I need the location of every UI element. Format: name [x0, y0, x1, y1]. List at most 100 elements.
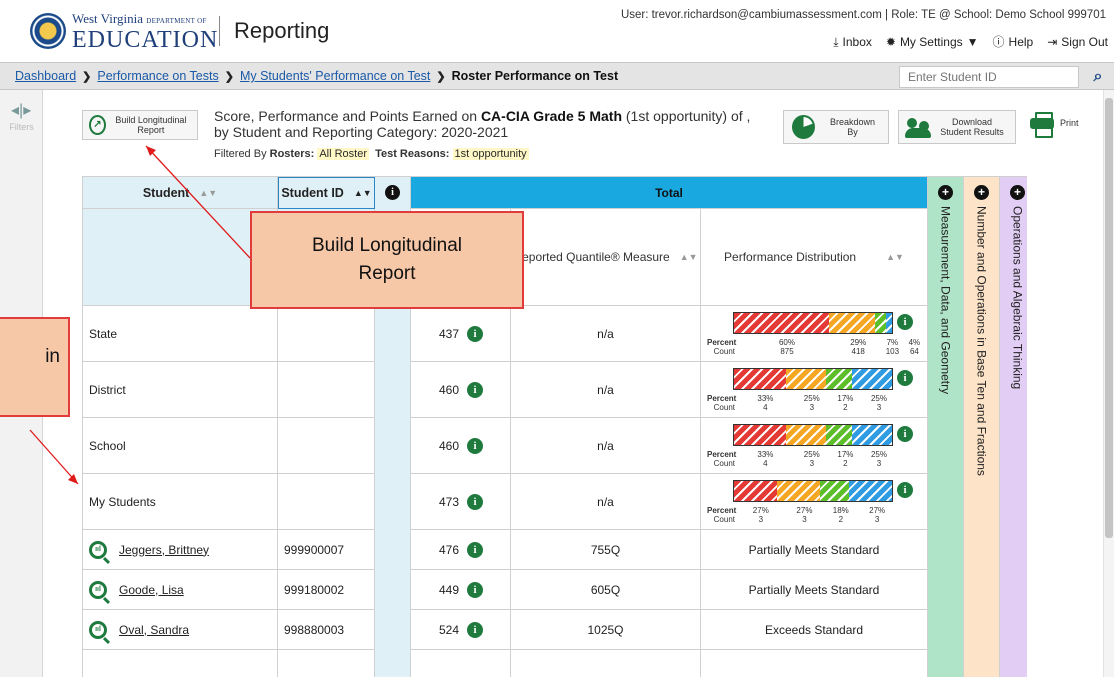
percent-label: Percent: [707, 506, 737, 515]
info-icon[interactable]: i: [897, 314, 913, 330]
vertical-scrollbar[interactable]: [1103, 90, 1114, 677]
info-icon[interactable]: i: [467, 437, 484, 454]
count-values: 3 3 2 3: [739, 515, 899, 524]
student-subheader: [83, 209, 278, 306]
percent-value: 33%: [757, 394, 774, 403]
percent-value: 27%: [752, 506, 769, 515]
info-icon[interactable]: i: [467, 621, 484, 638]
student-row-id: 999180002: [278, 570, 375, 610]
info-icon[interactable]: i: [897, 482, 913, 498]
count-value: 2: [843, 459, 848, 468]
report-title-line2: by Student and Reporting Category: 2020-…: [214, 124, 509, 140]
category-measurement-column[interactable]: + Measurement, Data, and Geometry: [928, 177, 964, 677]
total-header-label: Total: [655, 185, 683, 200]
category-number-ops-column[interactable]: + Number and Operations in Base Ten and …: [964, 177, 1000, 677]
student-id: 999900007: [284, 542, 345, 557]
performance-distribution-bar[interactable]: [733, 312, 893, 334]
print-button[interactable]: Print: [1030, 112, 1079, 138]
brand-logo[interactable]: West Virginia DEPARTMENT OF EDUCATION: [72, 12, 218, 53]
percent-value: 29%: [850, 338, 867, 347]
roster-table: Student ▲▼ Student ID ▲▼ i Total + Measure…: [82, 176, 1027, 677]
top-links: ⤓ Inbox ✹ My Settings ▼ ⓘ Help ⇥ Sign Out: [833, 35, 1108, 49]
rosters-value: All Roster: [317, 148, 370, 160]
student-detail-icon[interactable]: ııl: [89, 580, 107, 599]
inbox-link[interactable]: ⤓ Inbox: [833, 35, 872, 49]
help-label: Help: [1008, 35, 1034, 49]
student-id-search-input[interactable]: [899, 66, 1079, 88]
signout-link[interactable]: ⇥ Sign Out: [1047, 35, 1108, 49]
students-download-icon: [905, 116, 933, 138]
filtered-by-label: Filtered By: [214, 148, 267, 160]
breadcrumb-performance[interactable]: Performance on Tests: [97, 69, 218, 83]
student-row-name: ııl Goode, Lisa: [83, 570, 278, 610]
aggregate-quantile: n/a: [597, 494, 614, 509]
info-icon[interactable]: i: [897, 426, 913, 442]
table-row-partial: [511, 650, 701, 677]
app-title: Reporting: [234, 18, 330, 43]
aggregate-name: My Students: [89, 494, 156, 509]
settings-menu[interactable]: ✹ My Settings ▼: [886, 35, 979, 49]
percent-value: 25%: [870, 450, 887, 459]
expand-category-icon[interactable]: +: [1010, 185, 1025, 200]
report-test-name: CA-CIA Grade 5 Math: [480, 108, 622, 124]
info-icon[interactable]: i: [467, 541, 484, 558]
student-quantile: 1025Q: [587, 622, 624, 637]
performance-distribution-subheader[interactable]: Performance Distribution ▲▼: [701, 209, 928, 306]
help-link[interactable]: ⓘ Help: [993, 35, 1034, 49]
trend-chart-icon: ↗: [89, 115, 106, 135]
expand-category-icon[interactable]: +: [938, 185, 953, 200]
sort-icon: ▲▼: [353, 188, 372, 198]
filter-summary: Filtered By Rosters: All Roster Test Rea…: [214, 148, 529, 160]
student-row-quantile: 755Q: [511, 530, 701, 570]
student-name-link[interactable]: Goode, Lisa: [119, 583, 184, 597]
quantile-subheader[interactable]: Reported Quantile® Measure ▲▼: [511, 209, 701, 306]
info-icon[interactable]: i: [467, 493, 484, 510]
distribution-labels: Percent 27% 27% 18% 27% Count 3 3 2 3: [707, 506, 899, 524]
breadcrumb-dashboard[interactable]: Dashboard: [15, 69, 76, 83]
performance-distribution-bar[interactable]: [733, 368, 893, 390]
download-results-button[interactable]: Download Student Results: [898, 110, 1016, 144]
percent-value: 27%: [796, 506, 813, 515]
info-icon[interactable]: i: [467, 581, 484, 598]
category-algebraic-column[interactable]: + Operations and Algebraic Thinking: [1000, 177, 1027, 677]
student-name-link[interactable]: Jeggers, Brittney: [119, 543, 209, 557]
student-id: 999180002: [284, 582, 345, 597]
performance-distribution-bar[interactable]: [733, 480, 893, 502]
performance-distribution-bar[interactable]: [733, 424, 893, 446]
student-id-column-header[interactable]: Student ID ▲▼: [278, 177, 375, 209]
student-column-header[interactable]: Student ▲▼: [83, 177, 278, 209]
scrollbar-thumb[interactable]: [1105, 98, 1113, 538]
inbox-label: Inbox: [842, 35, 872, 49]
percent-values: 33% 25% 17% 25%: [739, 394, 899, 403]
count-label: Count: [713, 403, 735, 412]
aggregate-row-id: [278, 362, 375, 418]
table-row-partial: [701, 650, 928, 677]
info-icon[interactable]: i: [467, 325, 484, 342]
info-icon[interactable]: i: [467, 381, 484, 398]
breadcrumb-my-students[interactable]: My Students' Performance on Test: [240, 69, 430, 83]
info-icon[interactable]: i: [897, 370, 913, 386]
student-row-quantile: 605Q: [511, 570, 701, 610]
student-detail-icon[interactable]: ııl: [89, 620, 107, 639]
build-longitudinal-button[interactable]: ↗ Build Longitudinal Report: [82, 110, 198, 140]
count-value: 4: [763, 403, 768, 412]
expand-collapse-icon[interactable]: ◂|▸: [11, 100, 31, 120]
chevron-right-icon: ❯: [436, 71, 446, 83]
expand-category-icon[interactable]: +: [974, 185, 989, 200]
quantile-header-label: Reported Quantile® Measure: [513, 250, 670, 264]
aggregate-row-score: 437 i: [411, 306, 511, 362]
breadcrumb-current: Roster Performance on Test: [451, 69, 619, 83]
aggregate-name: School: [89, 438, 126, 453]
count-values: 4 3 2 3: [739, 459, 899, 468]
percent-value: 25%: [870, 394, 887, 403]
count-values: 875 418 103 64: [739, 347, 925, 356]
count-value: 3: [758, 515, 764, 524]
breakdown-by-button[interactable]: Breakdown By: [783, 110, 889, 144]
search-icon[interactable]: ⌕: [1085, 66, 1111, 88]
student-name-link[interactable]: Oval, Sandra: [119, 623, 189, 637]
info-icon[interactable]: i: [385, 185, 400, 200]
table-row-partial: [278, 650, 375, 677]
aggregate-row-distribution: i Percent 60% 29% 7% 4% Count 875 418 103 64: [701, 306, 928, 362]
callout-build-longitudinal: Build Longitudinal Report: [250, 211, 524, 309]
student-detail-icon[interactable]: ııl: [89, 540, 107, 559]
